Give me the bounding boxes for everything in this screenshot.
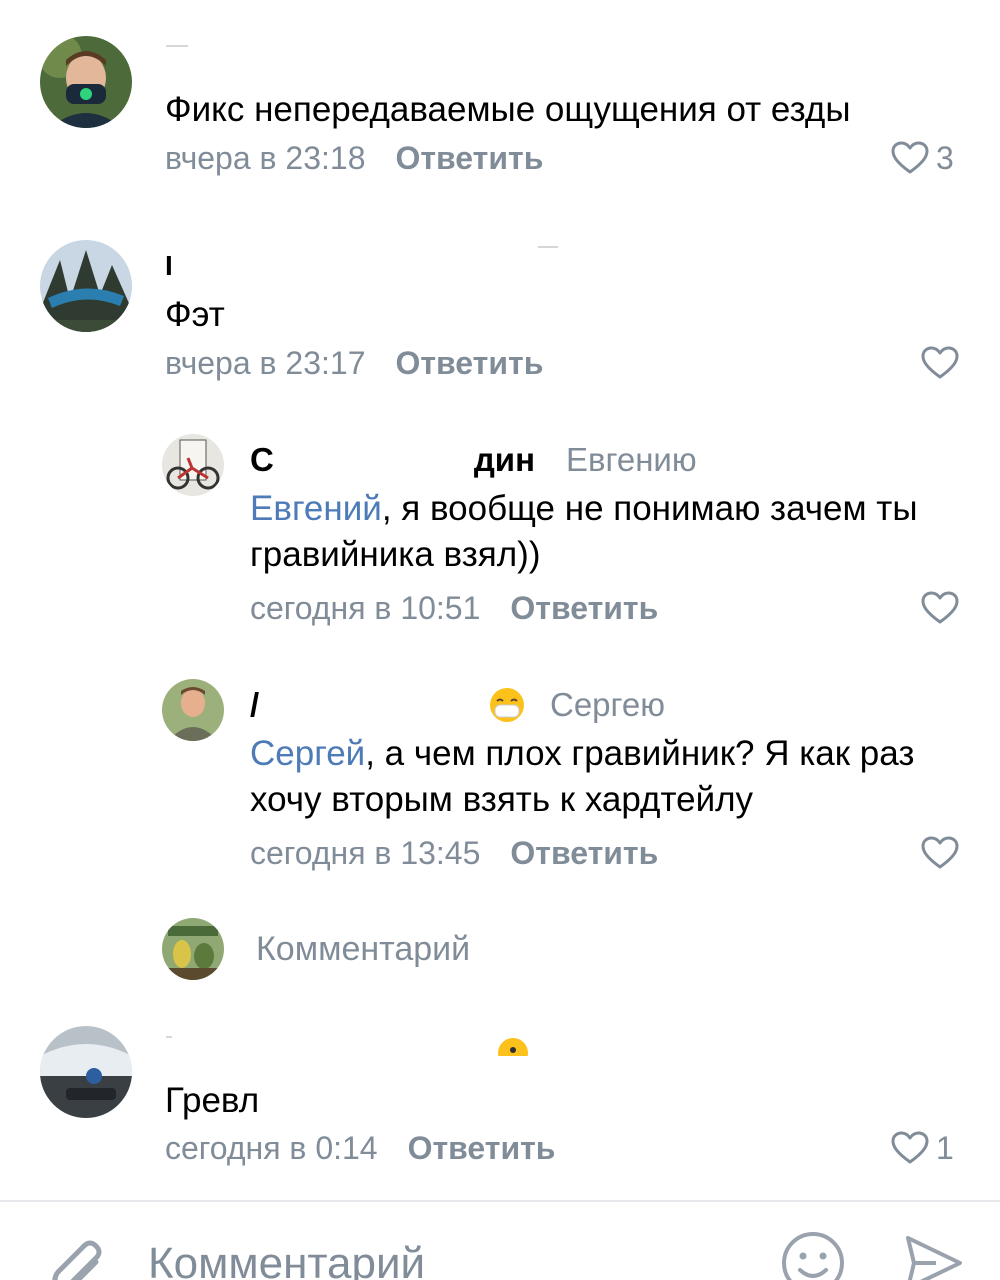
comment-meta: сегодня в 13:45 Ответить: [250, 833, 658, 873]
my-avatar: [162, 918, 224, 980]
like-button[interactable]: [920, 588, 966, 628]
heart-icon: [891, 1131, 929, 1164]
like-button[interactable]: 1: [890, 1128, 954, 1168]
heart-icon: [921, 591, 959, 624]
comment-text: Фикс непередаваемые ощущения от езды: [165, 90, 851, 129]
avatar[interactable]: [40, 240, 132, 332]
reply-button[interactable]: Ответить: [510, 590, 658, 626]
comment-text: Сергей, а чем плох гравийник? Я как раз …: [250, 731, 970, 823]
emoji-icon: [496, 1036, 530, 1056]
heart-icon: [891, 141, 929, 174]
comment-meta: сегодня в 0:14 Ответить: [165, 1128, 555, 1168]
reply-button[interactable]: Ответить: [395, 140, 543, 176]
comment-time: сегодня в 0:14: [165, 1130, 378, 1166]
avatar[interactable]: [162, 679, 224, 741]
mask-emoji-icon: [488, 686, 526, 724]
redacted-name: [166, 1036, 172, 1038]
author-name-start: С: [250, 441, 274, 478]
redacted-name: [538, 246, 558, 248]
avatar[interactable]: [40, 36, 132, 128]
comment-text: Гревл: [165, 1081, 260, 1120]
send-icon[interactable]: [900, 1230, 966, 1280]
reply-button[interactable]: Ответить: [510, 835, 658, 871]
comment-text: Евгений, я вообще не понимаю зачем ты гр…: [250, 486, 970, 578]
like-button[interactable]: [920, 343, 966, 383]
like-count: 3: [936, 140, 954, 176]
comment-meta: сегодня в 10:51 Ответить: [250, 588, 658, 628]
mention-link[interactable]: Евгений: [250, 489, 382, 528]
author-name[interactable]: Сдин: [250, 440, 535, 480]
author-name[interactable]: I: [165, 246, 173, 286]
avatar[interactable]: [40, 1026, 132, 1118]
comment-input[interactable]: Комментарий: [148, 1236, 425, 1280]
comments-screen: Фикс непередаваемые ощущения от езды вче…: [0, 0, 1000, 1280]
comment-meta: вчера в 23:17 Ответить: [165, 343, 543, 383]
author-name-end: дин: [473, 441, 536, 478]
comment-meta: вчера в 23:18 Ответить: [165, 138, 543, 178]
author-name[interactable]: /: [250, 685, 259, 725]
thread-reply-input[interactable]: Комментарий: [256, 927, 470, 971]
comment-time: вчера в 23:17: [165, 345, 366, 381]
heart-icon: [921, 836, 959, 869]
smile-icon[interactable]: [780, 1230, 846, 1280]
redacted-name: [166, 45, 188, 47]
reply-to[interactable]: Евгению: [566, 440, 697, 480]
comment-time: сегодня в 10:51: [250, 590, 481, 626]
heart-icon: [921, 346, 959, 379]
avatar[interactable]: [162, 434, 224, 496]
mention-link[interactable]: Сергей: [250, 734, 365, 773]
like-button[interactable]: 3: [890, 138, 954, 178]
comment-time: сегодня в 13:45: [250, 835, 481, 871]
comment-bar: Комментарий: [0, 1200, 1000, 1280]
reply-button[interactable]: Ответить: [408, 1130, 556, 1166]
like-button[interactable]: [920, 833, 966, 873]
attach-icon[interactable]: [40, 1232, 106, 1280]
like-count: 1: [936, 1130, 954, 1166]
reply-to[interactable]: Сергею: [550, 685, 665, 725]
reply-button[interactable]: Ответить: [395, 345, 543, 381]
comment-time: вчера в 23:18: [165, 140, 366, 176]
comment-text: Фэт: [165, 295, 225, 334]
